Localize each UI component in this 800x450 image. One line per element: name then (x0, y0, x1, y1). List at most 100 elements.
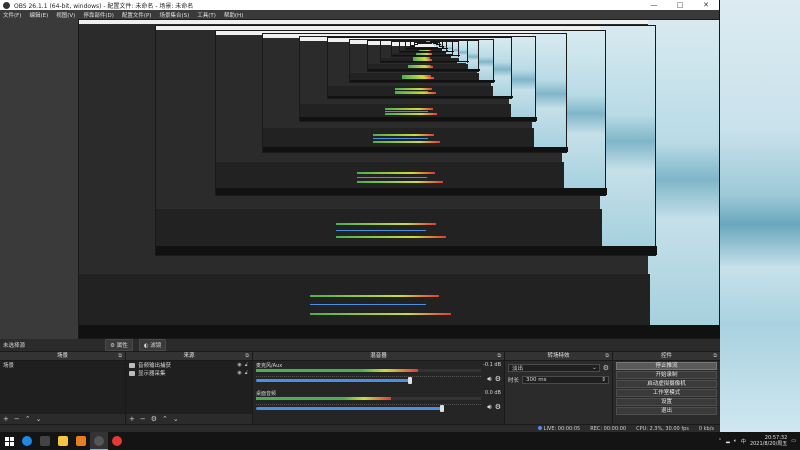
source-item[interactable]: 音频输出捕获 ◉ 🔓︎ (126, 361, 252, 369)
taskbar-edge-icon[interactable] (18, 432, 36, 450)
nested-wallpaper (561, 31, 605, 191)
mixer-channels: 麦克风/Aux -0.1 dB 🔊︎ ⚙ 桌面音频 0.0 dB 🔊︎ ⚙ (253, 361, 504, 424)
visibility-eye-icon[interactable]: ◉ (237, 370, 241, 376)
cpu-status: CPU: 2.3%, 30.00 fps (636, 425, 689, 432)
move-down-icon[interactable]: ⌄ (173, 415, 179, 423)
move-down-icon[interactable]: ⌄ (36, 415, 42, 423)
channel-settings-icon[interactable]: ⚙ (495, 403, 501, 412)
lock-icon[interactable]: 🔓︎ (245, 370, 248, 376)
channel-db: 0.0 dB (484, 390, 501, 396)
settings-button[interactable]: 设置 (616, 398, 717, 406)
windows-taskbar: ⌃ ▂ 🔈︎ 中 20:57:32 2021/8/20/周五 ▭ (0, 432, 800, 450)
lock-icon[interactable]: 🔓︎ (245, 362, 248, 368)
speaker-mute-icon[interactable]: 🔊︎ (487, 403, 491, 412)
menu-edit[interactable]: 编辑(E) (29, 11, 48, 19)
scene-item[interactable]: 场景 (0, 361, 125, 369)
taskbar-app-icon[interactable] (36, 432, 54, 450)
close-button[interactable]: ✕ (693, 1, 719, 9)
nested-dock-strip (156, 208, 602, 246)
studio-mode-button[interactable]: 工作室模式 (616, 389, 717, 397)
bitrate-status: 0 kb/s (698, 425, 714, 432)
controls-dock: 控件 ⧉ 停止推流 开始录制 启动虚拟摄像机 工作室模式 设置 退出 (613, 352, 720, 424)
preview-canvas[interactable] (0, 19, 720, 339)
source-settings-icon[interactable]: ⚙ (151, 415, 157, 423)
nested-taskbar (399, 50, 454, 52)
title-bar[interactable]: OBS 26.1.1 (64-bit, windows) - 配置文件: 未命名… (0, 0, 719, 10)
minimize-button[interactable]: — (641, 1, 667, 9)
nested-meter (372, 141, 440, 144)
slider-knob[interactable] (440, 405, 445, 412)
obs-window: OBS 26.1.1 (64-bit, windows) - 配置文件: 未命名… (0, 0, 720, 432)
nested-meter (356, 180, 443, 183)
exit-button[interactable]: 退出 (616, 407, 717, 415)
transition-settings-icon[interactable]: ⚙ (603, 364, 609, 372)
channel-name: 麦克风/Aux (256, 363, 283, 369)
nested-wallpaper (532, 34, 566, 149)
volume-meter (256, 369, 481, 372)
add-scene-button[interactable]: + (3, 415, 9, 423)
transition-select[interactable]: 淡出 ⌄ (508, 364, 600, 372)
taskbar-app-icon[interactable] (108, 432, 126, 450)
nested-taskbar (391, 55, 461, 57)
start-button[interactable] (0, 432, 18, 450)
ime-icon[interactable]: 中 (741, 438, 746, 445)
system-clock[interactable]: 20:57:32 2021/8/20/周五 (750, 435, 787, 447)
desktop: OBS 26.1.1 (64-bit, windows) - 配置文件: 未命名… (0, 0, 800, 450)
volume-meter (256, 397, 481, 400)
visibility-eye-icon[interactable]: ◉ (237, 362, 241, 368)
speaker-mute-icon[interactable]: 🔊︎ (487, 375, 491, 384)
sources-list: 音频输出捕获 ◉ 🔓︎ 显示器采集 ◉ 🔓︎ (126, 361, 252, 414)
taskbar-app-icon[interactable] (72, 432, 90, 450)
scenes-dock: 场景 ⧉ 场景 + − ⌃ ⌄ (0, 352, 126, 424)
volume-slider[interactable] (256, 405, 445, 412)
mixer-channel: 桌面音频 0.0 dB 🔊︎ ⚙ (253, 389, 504, 417)
menu-help[interactable]: 帮助(H) (224, 11, 243, 19)
volume-slider[interactable] (256, 377, 413, 384)
channel-db: -0.1 dB (483, 362, 501, 368)
nested-wallpaper (509, 36, 536, 120)
remove-source-button[interactable]: − (140, 415, 146, 423)
properties-button[interactable]: ⚙ 属性 (105, 339, 133, 351)
move-up-icon[interactable]: ⌃ (25, 415, 31, 423)
nested-slider (356, 176, 428, 178)
nested-slider (310, 303, 426, 305)
mixer-dock-title: 混音器 ⧉ (253, 352, 504, 361)
taskbar-obs-icon[interactable] (90, 432, 108, 450)
notification-icon[interactable]: ▭ (791, 438, 796, 444)
move-up-icon[interactable]: ⌃ (162, 415, 168, 423)
nested-meter (372, 134, 434, 137)
tray-chevron-icon[interactable]: ⌃ (718, 438, 722, 444)
menu-scene-collection[interactable]: 场景集合(S) (159, 11, 189, 19)
live-indicator-icon (537, 425, 542, 430)
maximize-button[interactable]: □ (667, 1, 693, 9)
add-source-button[interactable]: + (129, 415, 135, 423)
volume-icon[interactable]: 🔈︎ (734, 438, 737, 444)
meter-scale (256, 401, 481, 405)
menu-docks[interactable]: 停靠部件(D) (83, 11, 114, 19)
source-item[interactable]: 显示器采集 ◉ 🔓︎ (126, 369, 252, 377)
channel-settings-icon[interactable]: ⚙ (495, 375, 501, 384)
nested-meter (394, 91, 436, 94)
nested-wallpaper (648, 20, 719, 328)
chevron-down-icon: ⌄ (592, 365, 597, 371)
live-status: LIVE: 00:00:05 (537, 425, 580, 432)
menu-view[interactable]: 视图(V) (56, 11, 75, 19)
duration-input[interactable]: 300 ms ⇕ (522, 376, 609, 384)
menu-file[interactable]: 文件(F) (3, 11, 21, 19)
stop-streaming-button[interactable]: 停止推流 (616, 362, 717, 370)
start-recording-button[interactable]: 开始录制 (616, 371, 717, 379)
filters-button[interactable]: ◐ 滤镜 (138, 339, 167, 351)
remove-scene-button[interactable]: − (14, 415, 20, 423)
start-virtual-camera-button[interactable]: 启动虚拟摄像机 (616, 380, 717, 388)
slider-knob[interactable] (408, 377, 413, 384)
source-toolbar: 未选择源 ⚙ 属性 ◐ 滤镜 (0, 339, 720, 352)
nested-meter (310, 295, 439, 298)
nested-taskbar (299, 117, 538, 121)
nested-wallpaper (491, 38, 512, 98)
network-icon[interactable]: ▂ (726, 438, 730, 444)
menu-profile[interactable]: 配置文件(P) (122, 11, 152, 19)
menu-tools[interactable]: 工具(T) (197, 11, 216, 19)
taskbar-folder-icon[interactable] (54, 432, 72, 450)
transitions-dock: 转场特效 ⧉ 淡出 ⌄ ⚙ 时长 300 ms ⇕ (505, 352, 613, 424)
sources-toolbar: + − ⚙ ⌃ ⌄ (126, 414, 252, 424)
